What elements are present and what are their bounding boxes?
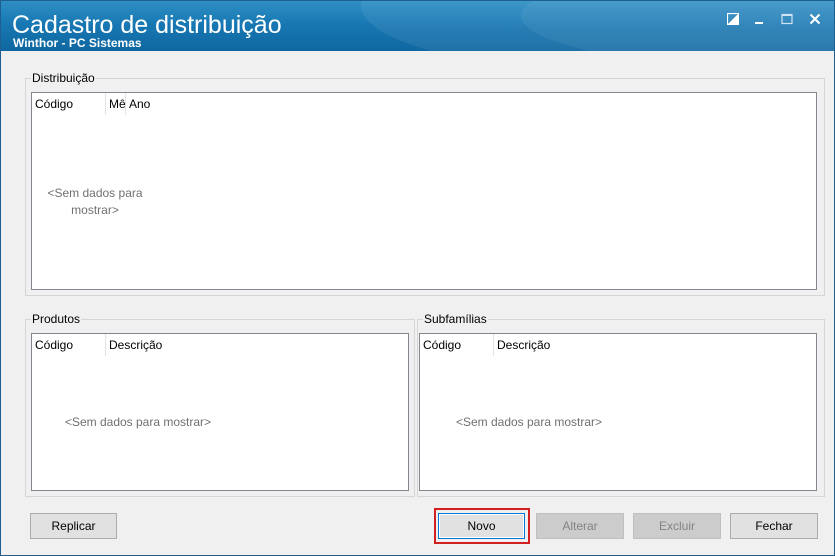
distribuicao-grid-header: Código Mês Ano: [32, 93, 816, 115]
produtos-empty-message: <Sem dados para mostrar>: [64, 415, 212, 429]
column-header-ano[interactable]: Ano: [126, 93, 246, 115]
subfamilias-grid-header: Código Descrição: [420, 334, 816, 356]
close-icon[interactable]: [806, 11, 824, 29]
theme-toggle-icon[interactable]: [724, 11, 742, 29]
produtos-label: Produtos: [31, 312, 82, 326]
produtos-grid-header: Código Descrição: [32, 334, 408, 356]
subfamilias-empty-message: <Sem dados para mostrar>: [455, 415, 603, 429]
alterar-button[interactable]: Alterar: [536, 513, 624, 539]
produtos-grid[interactable]: Código Descrição <Sem dados para mostrar…: [31, 333, 409, 491]
column-header-codigo[interactable]: Código: [32, 334, 106, 356]
subfamilias-grid[interactable]: Código Descrição <Sem dados para mostrar…: [419, 333, 817, 491]
distribuicao-label: Distribuição: [31, 71, 96, 85]
fechar-button[interactable]: Fechar: [730, 513, 818, 539]
excluir-button[interactable]: Excluir: [633, 513, 721, 539]
title-bar[interactable]: Cadastro de distribuição Winthor - PC Si…: [1, 1, 834, 51]
subfamilias-label: Subfamílias: [423, 312, 488, 326]
app-window: Cadastro de distribuição Winthor - PC Si…: [0, 0, 835, 556]
distribuicao-empty-message: <Sem dados para mostrar>: [47, 186, 143, 217]
maximize-icon[interactable]: [778, 11, 796, 29]
column-header-mes[interactable]: Mês: [106, 93, 126, 115]
column-header-descricao[interactable]: Descrição: [106, 334, 306, 356]
column-header-descricao[interactable]: Descrição: [494, 334, 694, 356]
minimize-icon[interactable]: [750, 11, 768, 29]
replicar-button[interactable]: Replicar: [30, 513, 117, 539]
column-header-codigo[interactable]: Código: [32, 93, 106, 115]
window-subtitle: Winthor - PC Sistemas: [13, 36, 142, 50]
novo-button[interactable]: Novo: [438, 513, 525, 539]
column-header-codigo[interactable]: Código: [420, 334, 494, 356]
distribuicao-grid[interactable]: Código Mês Ano <Sem dados para mostrar>: [31, 92, 817, 290]
